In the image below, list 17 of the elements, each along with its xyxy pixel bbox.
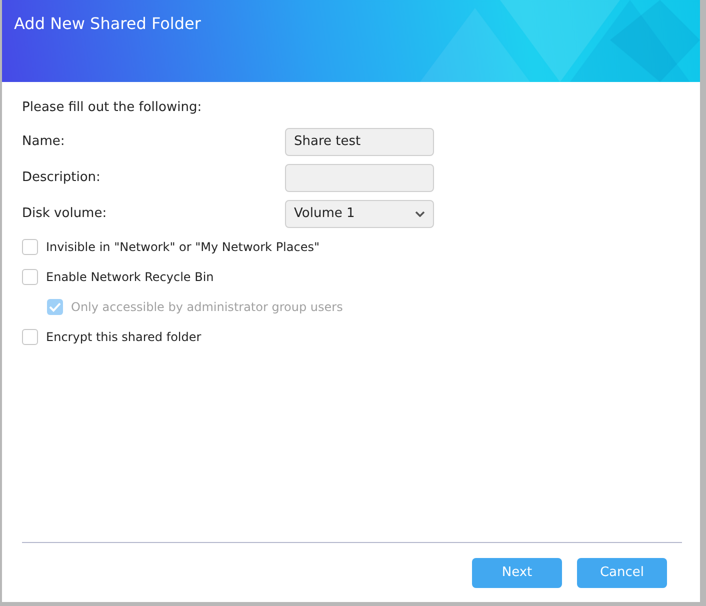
volume-dropdown[interactable]: Volume 1 — [285, 200, 434, 228]
checkbox-label: Invisible in "Network" or "My Network Places" — [46, 238, 320, 256]
field-label: Description: — [22, 168, 102, 187]
checkbox-label: Only accessible by administrator group users — [71, 298, 343, 316]
checkbox[interactable] — [22, 268, 38, 284]
checkmark-icon — [49, 302, 61, 312]
intro-text: Please fill out the following: — [22, 99, 203, 117]
text-field[interactable] — [285, 164, 434, 192]
checkbox-label: Encrypt this shared folder — [46, 328, 202, 346]
checkbox-label: Enable Network Recycle Bin — [46, 268, 214, 286]
window-title: Add New Shared Folder — [13, 13, 202, 35]
checkbox[interactable] — [22, 328, 38, 344]
field-label: Name: — [22, 132, 66, 151]
chevron-down-icon — [415, 210, 425, 216]
field-label: Disk volume: — [22, 204, 108, 223]
checkbox[interactable] — [22, 238, 38, 254]
text-field[interactable]: Share test — [285, 128, 434, 156]
